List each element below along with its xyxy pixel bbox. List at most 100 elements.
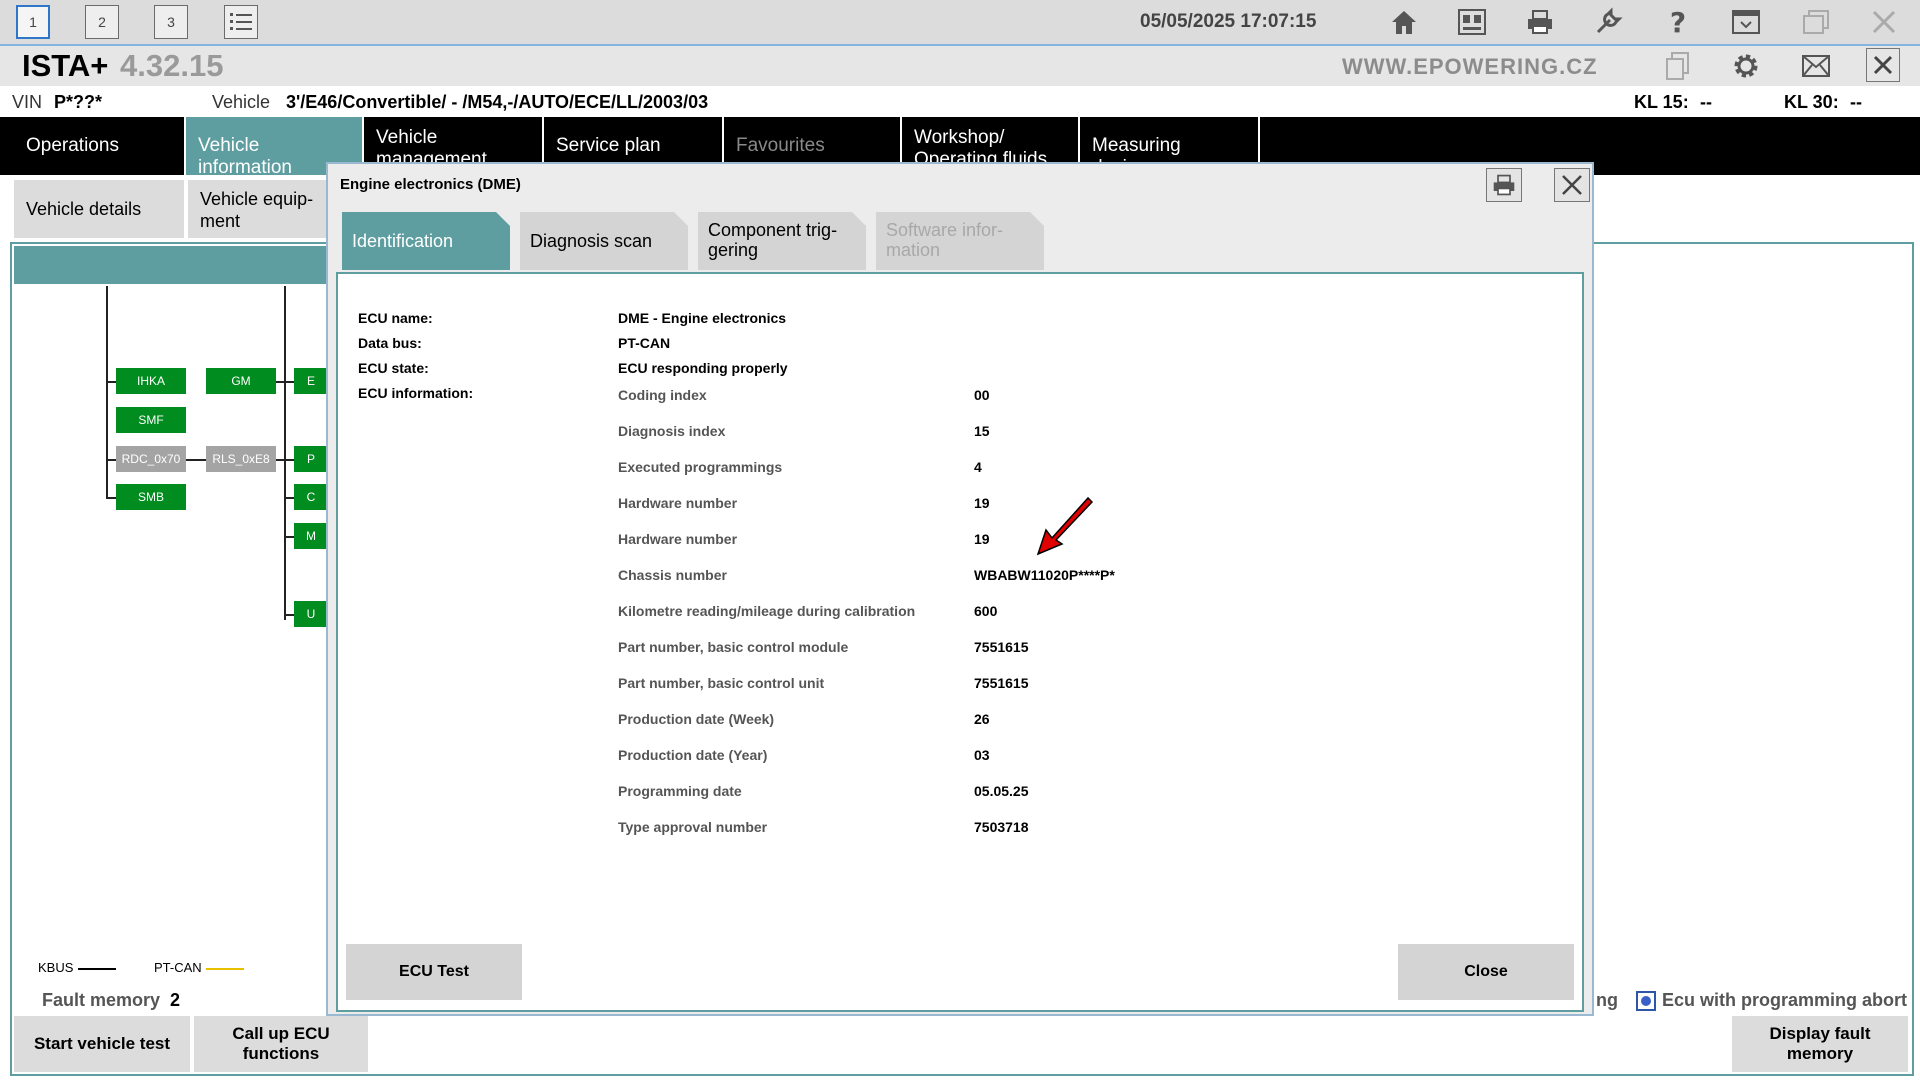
close-button[interactable]: Close (1398, 944, 1574, 1000)
ecu-rdc[interactable]: RDC_0x70 (116, 446, 186, 472)
dialog-title: Engine electronics (DME) (340, 176, 521, 193)
ecu-state-value: ECU responding properly (618, 360, 788, 376)
app-version: 4.32.15 (120, 48, 224, 83)
message-button[interactable] (1798, 48, 1834, 84)
ecu-info-value: 4 (974, 459, 982, 475)
tab-operations[interactable]: Operations (0, 117, 186, 175)
ecu-partial-m-label: M (306, 529, 316, 543)
ecu-info-value: 7503718 (974, 819, 1029, 835)
ecu-info-label: Coding index (618, 387, 707, 403)
ecu-info-value: 15 (974, 423, 990, 439)
tab-identification[interactable]: Identification (342, 212, 510, 270)
ecu-info-label: Executed programmings (618, 459, 783, 475)
ecu-name-value: DME - Engine electronics (618, 310, 787, 326)
ecu-rls-label: RLS_0xE8 (212, 452, 270, 466)
call-up-ecu-functions-button[interactable]: Call up ECU functions (194, 1016, 368, 1072)
vehicle-info-line: VIN P*??* Vehicle 3'/E46/Convertible/ - … (0, 86, 1920, 117)
window-1-button[interactable]: 1 (16, 5, 50, 39)
window-1-label: 1 (29, 14, 37, 30)
ecu-tree-header (14, 246, 334, 284)
ecu-information-label: ECU information: (358, 385, 474, 401)
ecu-rls[interactable]: RLS_0xE8 (206, 446, 276, 472)
print-button[interactable] (1522, 4, 1558, 40)
kl15-label: KL 15: (1634, 92, 1689, 112)
close-icon (1873, 55, 1893, 75)
gear-icon (1734, 54, 1758, 78)
document-icon (1666, 52, 1689, 80)
restore-window-button[interactable] (1798, 4, 1834, 40)
document-button[interactable] (1660, 48, 1696, 84)
ecu-info-value: 7551615 (974, 639, 1029, 655)
subtab-vehicle-details[interactable]: Vehicle details (14, 180, 184, 238)
ecu-info-value: 19 (974, 495, 990, 511)
question-icon: ? (1670, 7, 1686, 37)
help-button[interactable]: ? (1660, 4, 1696, 40)
tab-identification-label: Identification (352, 231, 454, 251)
ecu-partial-u-label: U (306, 607, 316, 621)
start-vehicle-test-button[interactable]: Start vehicle test (14, 1016, 190, 1072)
ecu-partial-c[interactable]: C (294, 484, 328, 510)
tab-software-information[interactable]: Software infor- mation (876, 212, 1044, 270)
dialog-print-button[interactable] (1486, 168, 1522, 202)
ecu-smb[interactable]: SMB (116, 484, 186, 510)
tab-component-triggering-label: Component trig- gering (708, 220, 838, 260)
tab-operations-label: Operations (26, 135, 119, 156)
legend-kbus-label: KBUS (38, 960, 74, 975)
ecu-partial-e[interactable]: E (294, 368, 328, 394)
data-bus-label: Data bus: (358, 335, 422, 351)
legend-kbus-line (78, 968, 116, 970)
bus-line (284, 286, 286, 620)
ecu-gm[interactable]: GM (206, 368, 276, 394)
ecu-smb-label: SMB (137, 490, 164, 504)
ecu-info-label: Part number, basic control module (618, 639, 849, 655)
ecu-info-label: Hardware number (618, 531, 738, 547)
settings-button[interactable] (1728, 48, 1764, 84)
ecu-info-value: 19 (974, 531, 990, 547)
legend-ptcan-label: PT-CAN (154, 960, 202, 975)
display-fault-memory-button[interactable]: Display fault memory (1732, 1016, 1908, 1072)
home-button[interactable] (1386, 4, 1422, 40)
ecu-info-value: 26 (974, 711, 990, 727)
list-view-button[interactable] (224, 5, 258, 39)
kl30-value: -- (1850, 92, 1862, 112)
exit-app-button[interactable] (1866, 4, 1902, 40)
restore-window-icon (1803, 10, 1829, 34)
ecu-partial-p[interactable]: P (294, 446, 328, 472)
minimize-button[interactable] (1728, 4, 1764, 40)
fault-memory-label: Fault memory (42, 990, 161, 1010)
ecu-info-label: Hardware number (618, 495, 738, 511)
dialog-close-button[interactable] (1554, 168, 1590, 202)
window-2-button[interactable]: 2 (85, 5, 119, 39)
tab-software-information-label: Software infor- mation (886, 220, 1004, 260)
ecu-info-label: Chassis number (618, 567, 727, 583)
window-3-button[interactable]: 3 (154, 5, 188, 39)
bus-line (284, 497, 294, 499)
ecu-partial-m[interactable]: M (294, 523, 328, 549)
programming-abort-checkbox[interactable] (1636, 991, 1656, 1011)
ecu-partial-u[interactable]: U (294, 601, 328, 627)
tab-favourites-label: Favourites (736, 135, 825, 156)
ecu-partial-c-label: C (306, 490, 316, 504)
subtab-vehicle-equipment[interactable]: Vehicle equip- ment (188, 180, 328, 238)
ecu-info-label: Production date (Year) (618, 747, 768, 763)
subtab-vehicle-details-label: Vehicle details (26, 199, 142, 219)
ecu-gm-label: GM (231, 374, 251, 388)
dialog-title-bar: Engine electronics (DME) (328, 164, 1592, 206)
ecu-info-value: WBABW11020P****P* (974, 567, 1115, 583)
connection-manager-button[interactable] (1454, 4, 1490, 40)
close-icon (1872, 10, 1896, 34)
ecu-dialog: Engine electronics (DME) Identification … (326, 162, 1594, 1016)
subtab-vehicle-equipment-label: Vehicle equip- ment (200, 189, 314, 231)
tab-service-plan-label: Service plan (556, 135, 661, 156)
tab-component-triggering[interactable]: Component trig- gering (698, 212, 866, 270)
settings-wrench-button[interactable] (1590, 4, 1626, 40)
close-session-button[interactable] (1866, 48, 1900, 82)
ecu-test-label: ECU Test (399, 963, 469, 980)
ecu-smf[interactable]: SMF (116, 407, 186, 433)
tab-diagnosis-scan[interactable]: Diagnosis scan (520, 212, 688, 270)
start-vehicle-test-label: Start vehicle test (33, 1034, 171, 1053)
ecu-ihka[interactable]: IHKA (116, 368, 186, 394)
ecu-info-label: Kilometre reading/mileage during calibra… (618, 603, 916, 619)
ecu-test-button[interactable]: ECU Test (346, 944, 522, 1000)
partial-filter-label: ng (1596, 990, 1618, 1010)
